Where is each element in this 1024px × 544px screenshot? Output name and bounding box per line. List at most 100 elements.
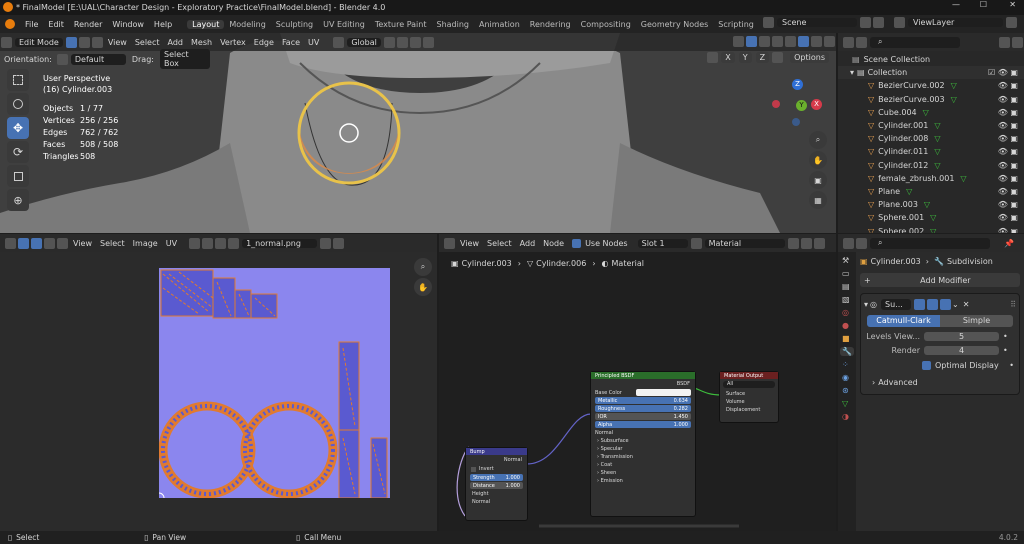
vp-menu-edge[interactable]: Edge <box>250 38 278 47</box>
mesh-data-icon[interactable]: ▽ <box>930 213 936 222</box>
visibility-toggle-icon[interactable]: 👁 ▣ <box>998 134 1018 143</box>
outliner-item[interactable]: ▽ Sphere.002 ▽ 👁 ▣ <box>838 224 1024 233</box>
mode-dropdown[interactable]: Edit Mode <box>15 37 63 47</box>
bump-node[interactable]: Bump Normal Invert Strength 1.000 Distanc… <box>465 447 528 521</box>
vp-menu-vertex[interactable]: Vertex <box>216 38 250 47</box>
delete-scene-icon[interactable] <box>873 17 884 28</box>
editor-type-icon[interactable] <box>1 36 12 48</box>
dropdown-arrow-icon[interactable]: ⌄ <box>952 300 959 309</box>
gizmo-z-axis[interactable]: Z <box>792 79 803 90</box>
uv-sync-icon[interactable] <box>18 237 29 249</box>
alpha-slider[interactable]: Alpha 1.000 <box>595 421 691 428</box>
visibility-toggle-icon[interactable]: 👁 ▣ <box>998 81 1018 90</box>
properties-type-icon[interactable] <box>843 237 854 249</box>
metallic-slider[interactable]: Metallic 0.634 <box>595 397 691 404</box>
collapse-icon[interactable]: ▾ <box>864 300 868 309</box>
material-tab-icon[interactable]: ◑ <box>842 412 852 421</box>
view-layer-tab-icon[interactable]: ▧ <box>842 295 852 304</box>
display-mode-icon[interactable] <box>856 36 867 48</box>
viewlayer-name[interactable]: ViewLayer <box>908 18 1003 27</box>
uv-proportional-icon[interactable] <box>215 237 227 249</box>
particles-tab-icon[interactable]: ⁘ <box>842 360 852 369</box>
levels-viewport-field[interactable]: 5 <box>924 332 999 341</box>
maximize-icon[interactable]: ☐ <box>980 0 987 9</box>
visibility-toggle-icon[interactable]: 👁 ▣ <box>998 174 1018 183</box>
orientation-dropdown[interactable]: Default <box>70 53 126 65</box>
uv-menu-select[interactable]: Select <box>96 239 129 248</box>
outliner-item[interactable]: ▽ Cylinder.011 ▽ 👁 ▣ <box>838 145 1024 158</box>
data-tab-icon[interactable]: ▽ <box>842 399 852 408</box>
outliner-type-icon[interactable] <box>843 36 854 48</box>
menu-file[interactable]: File <box>20 20 43 29</box>
new-scene-icon[interactable] <box>860 17 871 28</box>
mesh-options-icon[interactable] <box>772 52 784 63</box>
collection-row[interactable]: ▾ ▤ Collection ☑ 👁 ▣ <box>838 66 1024 80</box>
tab-layout[interactable]: Layout <box>187 19 225 29</box>
render-tab-icon[interactable]: ▭ <box>842 269 852 278</box>
mesh-data-icon[interactable]: ▽ <box>930 227 936 233</box>
outliner-item[interactable]: ▽ female_zbrush.001 ▽ 👁 ▣ <box>838 172 1024 185</box>
bsdf-section-panel[interactable]: › Coat <box>591 461 695 469</box>
advanced-subpanel[interactable]: › Advanced <box>872 378 1016 387</box>
outliner-item[interactable]: ▽ Cylinder.001 ▽ 👁 ▣ <box>838 119 1024 132</box>
scene-tab-icon[interactable]: ◎ <box>842 308 852 317</box>
output-tab-icon[interactable]: ▤ <box>842 282 852 291</box>
filter-icon[interactable] <box>999 36 1010 48</box>
bsdf-section-panel[interactable]: › Emission <box>591 477 695 485</box>
output-node-header[interactable]: Material Output <box>720 372 778 379</box>
minimize-icon[interactable]: — <box>952 0 960 9</box>
tool-tab-icon[interactable]: ⚒ <box>842 256 852 265</box>
material-output-node[interactable]: Material Output All Surface Volume Displ… <box>719 371 779 423</box>
vp-menu-face[interactable]: Face <box>278 38 304 47</box>
invert-checkbox[interactable] <box>471 466 476 472</box>
uv-snap-icon[interactable] <box>202 237 214 249</box>
world-tab-icon[interactable]: ● <box>842 321 852 330</box>
gizmo-neg-z[interactable] <box>792 118 800 126</box>
simple-option[interactable]: Simple <box>940 315 1013 327</box>
pin-icon[interactable]: 📌 <box>1000 239 1018 248</box>
image-fake-user-icon[interactable] <box>320 237 332 249</box>
tab-geometry-nodes[interactable]: Geometry Nodes <box>636 20 713 29</box>
ortho-toggle-button[interactable]: ▦ <box>809 191 827 209</box>
outliner-item[interactable]: ▽ Plane ▽ 👁 ▣ <box>838 185 1024 198</box>
output-target-dropdown[interactable]: All <box>723 381 775 388</box>
mesh-data-icon[interactable]: ▽ <box>934 147 940 156</box>
cursor-tool[interactable] <box>7 93 29 115</box>
properties-display-icon[interactable] <box>856 237 867 249</box>
modifier-name-field[interactable]: Su... <box>881 298 911 310</box>
uv-zoom-button[interactable]: ⌕ <box>414 258 432 276</box>
face-select-icon[interactable] <box>91 36 103 48</box>
vp-menu-view[interactable]: View <box>104 38 131 47</box>
drag-dropdown[interactable]: Select Box <box>159 49 210 69</box>
outliner-item[interactable]: ▽ BezierCurve.003 ▽ 👁 ▣ <box>838 93 1024 106</box>
image-browse-icon[interactable] <box>228 237 240 249</box>
mesh-data-icon[interactable]: ▽ <box>906 187 912 196</box>
collection-checkbox[interactable]: ☑ 👁 ▣ <box>988 68 1018 77</box>
tab-sculpting[interactable]: Sculpting <box>271 20 318 29</box>
expand-icon[interactable]: ▾ <box>850 68 854 77</box>
outliner-item[interactable]: ▽ BezierCurve.002 ▽ 👁 ▣ <box>838 79 1024 92</box>
blender-menu-icon[interactable] <box>5 19 15 29</box>
outliner-item[interactable]: ▽ Cylinder.012 ▽ 👁 ▣ <box>838 159 1024 172</box>
mesh-data-icon[interactable]: ▽ <box>951 81 957 90</box>
strength-slider[interactable]: Strength 1.000 <box>470 474 523 481</box>
navigation-gizmo[interactable]: Z Y X <box>770 78 826 134</box>
pan-button[interactable]: ✋ <box>809 151 827 169</box>
uv-pan-button[interactable]: ✋ <box>414 278 432 296</box>
visibility-toggle-icon[interactable]: 👁 ▣ <box>998 161 1018 170</box>
vp-menu-uv[interactable]: UV <box>304 38 323 47</box>
uv-menu-uv[interactable]: UV <box>162 239 181 248</box>
scale-tool[interactable] <box>7 165 29 187</box>
transform-tool[interactable]: ⊕ <box>7 189 29 211</box>
gizmo-neg-x[interactable] <box>772 100 780 108</box>
visibility-toggle-icon[interactable]: 👁 ▣ <box>998 147 1018 156</box>
bump-node-header[interactable]: Bump <box>466 448 527 455</box>
tab-compositing[interactable]: Compositing <box>576 20 636 29</box>
solid-shading-icon[interactable] <box>798 36 809 47</box>
keyframe-dot-icon[interactable]: • <box>1003 332 1008 341</box>
menu-window[interactable]: Window <box>107 20 149 29</box>
mesh-data-icon[interactable]: ▽ <box>923 108 929 117</box>
visibility-toggle-icon[interactable]: 👁 ▣ <box>998 227 1018 233</box>
mesh-data-icon[interactable]: ▽ <box>924 200 930 209</box>
mesh-data-icon[interactable]: ▽ <box>934 134 940 143</box>
